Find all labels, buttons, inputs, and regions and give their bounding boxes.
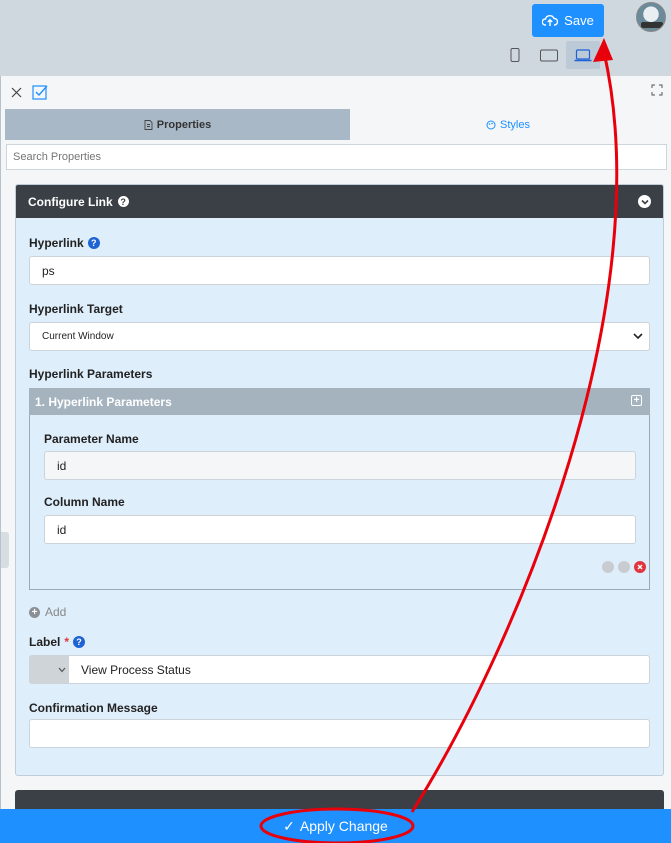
move-up-icon[interactable] xyxy=(602,561,614,573)
tablet-view-button[interactable] xyxy=(532,41,566,69)
hyperlink-target-label-text: Hyperlink Target xyxy=(29,302,123,316)
column-name-input[interactable]: id xyxy=(44,515,636,544)
hyperlink-target-select[interactable]: Current Window xyxy=(29,322,650,351)
hyperlink-parameters-item-title: 1. Hyperlink Parameters xyxy=(35,394,172,409)
hyperlink-target-value: Current Window xyxy=(42,331,114,342)
add-parameter-button[interactable]: + Add xyxy=(29,605,66,619)
checkbox-icon[interactable] xyxy=(32,84,48,100)
fullscreen-icon[interactable] xyxy=(651,84,663,96)
chevron-down-icon xyxy=(58,667,66,673)
chevron-down-icon xyxy=(633,333,643,340)
device-switcher xyxy=(498,41,600,69)
label-field-label-text: Label xyxy=(29,635,61,649)
hyperlink-target-label: Hyperlink Target xyxy=(29,302,123,316)
apply-change-button[interactable]: ✓ Apply Change xyxy=(0,809,671,843)
remove-icon[interactable] xyxy=(634,561,646,573)
document-icon xyxy=(144,119,153,130)
required-mark: * xyxy=(64,635,70,649)
tab-properties-label: Properties xyxy=(156,118,212,131)
parameter-name-label-text: Parameter Name xyxy=(44,432,139,446)
parameter-name-value: id xyxy=(57,458,67,473)
configure-link-section: Configure Link ? Hyperlink ? ps Hyperlin… xyxy=(15,184,664,776)
check-icon: ✓ xyxy=(283,817,295,834)
search-properties-input[interactable] xyxy=(6,144,667,170)
configure-link-header[interactable]: Configure Link ? xyxy=(16,185,663,218)
confirmation-message-label-text: Confirmation Message xyxy=(29,701,158,715)
column-name-label-text: Column Name xyxy=(44,495,125,509)
hyperlink-label: Hyperlink ? xyxy=(29,236,100,250)
hyperlink-parameters-group: 1. Hyperlink Parameters + Parameter Name… xyxy=(29,388,650,590)
help-icon[interactable]: ? xyxy=(73,636,86,648)
expand-plus-icon[interactable]: + xyxy=(631,395,642,406)
hyperlink-value: ps xyxy=(42,263,55,278)
move-down-icon[interactable] xyxy=(618,561,630,573)
save-button[interactable]: Save xyxy=(532,4,604,37)
phone-view-button[interactable] xyxy=(498,41,532,69)
save-label: Save xyxy=(564,13,594,28)
properties-panel: Properties Styles Configure Link ? Hyper… xyxy=(0,76,671,843)
help-icon[interactable]: ? xyxy=(117,196,129,207)
panel-header xyxy=(1,76,671,108)
tab-styles-label: Styles xyxy=(500,118,530,131)
next-section-header[interactable] xyxy=(15,790,664,810)
desktop-view-button[interactable] xyxy=(566,41,600,69)
plus-circle-icon: + xyxy=(29,606,40,618)
label-field-label: Label * ? xyxy=(29,635,86,649)
configure-link-title: Configure Link xyxy=(28,194,113,209)
parameter-name-label: Parameter Name xyxy=(44,432,139,446)
hyperlink-label-text: Hyperlink xyxy=(29,236,84,250)
avatar[interactable] xyxy=(636,2,666,32)
chevron-down-icon[interactable] xyxy=(638,195,651,208)
column-name-value: id xyxy=(57,522,67,537)
label-value: View Process Status xyxy=(81,662,191,677)
tab-styles[interactable]: Styles xyxy=(350,109,666,140)
hyperlink-parameters-label-text: Hyperlink Parameters xyxy=(29,367,153,381)
panel-tabs: Properties Styles xyxy=(5,109,666,140)
add-parameter-label: Add xyxy=(45,605,67,619)
palette-icon xyxy=(486,120,496,129)
cloud-upload-icon xyxy=(542,15,559,26)
resize-handle[interactable] xyxy=(1,532,9,568)
close-icon[interactable] xyxy=(11,87,22,98)
laptop-icon xyxy=(574,48,592,61)
phone-icon xyxy=(510,48,520,62)
help-icon[interactable]: ? xyxy=(87,237,100,249)
label-input[interactable]: View Process Status xyxy=(68,655,650,684)
tablet-icon xyxy=(540,49,558,61)
parameter-name-input[interactable]: id xyxy=(44,451,636,480)
hyperlink-parameters-label: Hyperlink Parameters xyxy=(29,367,152,381)
confirmation-message-input[interactable] xyxy=(29,719,650,748)
tab-properties[interactable]: Properties xyxy=(5,109,350,140)
hyperlink-input[interactable]: ps xyxy=(29,256,650,285)
label-icon-select[interactable] xyxy=(29,655,69,684)
hyperlink-parameters-item-header: 1. Hyperlink Parameters + xyxy=(29,388,650,415)
apply-change-label: Apply Change xyxy=(299,818,388,834)
column-name-label: Column Name xyxy=(44,495,125,509)
confirmation-message-label: Confirmation Message xyxy=(29,701,158,715)
top-bar: Save xyxy=(0,0,671,76)
